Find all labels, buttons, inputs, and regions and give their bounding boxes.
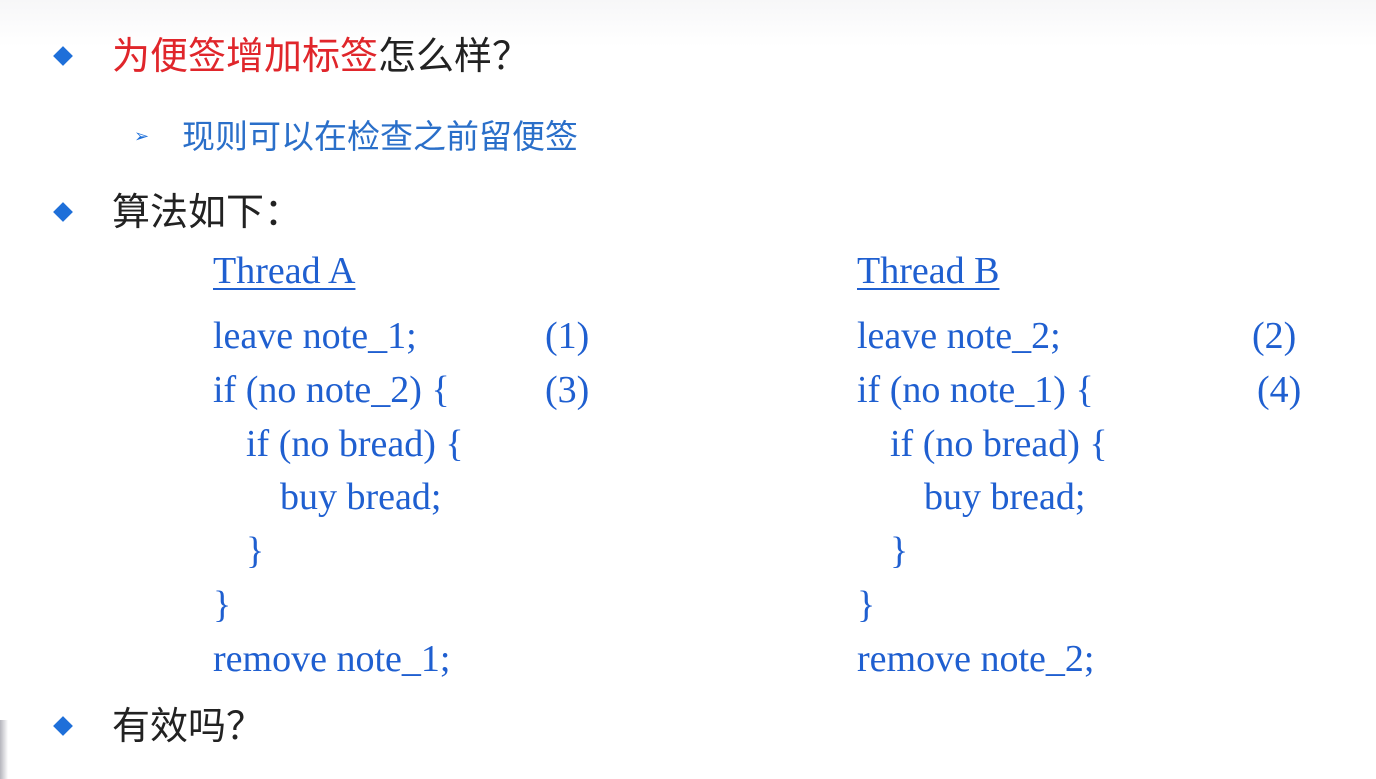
bullet-heading-2: 算法如下： <box>112 190 303 234</box>
heading-rest: 怎么样？ <box>378 34 531 78</box>
thread-b-line: if (no bread) { <box>890 423 1108 465</box>
thread-b-marker: (4) <box>1257 369 1302 411</box>
slide-edge-shadow <box>0 720 8 779</box>
thread-b-line: buy bread; <box>924 476 1086 518</box>
thread-a-line: if (no note_2) { <box>213 369 450 411</box>
thread-b-line: leave note_2; <box>857 315 1061 357</box>
thread-a-line: buy bread; <box>280 476 442 518</box>
thread-b-line: remove note_2; <box>857 638 1095 680</box>
thread-a-line: remove note_1; <box>213 638 451 680</box>
thread-a-title: Thread A <box>213 250 356 292</box>
thread-b-marker: (2) <box>1252 315 1297 357</box>
heading-highlight: 为便签增加标签 <box>112 34 379 78</box>
thread-a-marker: (1) <box>545 315 590 357</box>
thread-a-marker: (3) <box>545 369 590 411</box>
sub-bullet-arrow-icon: ➢ <box>134 126 150 147</box>
bullet-diamond-icon <box>53 46 73 66</box>
thread-b-line: } <box>890 530 909 572</box>
thread-a-line: } <box>246 530 265 572</box>
sub-bullet-text: 现则可以在检查之前留便签 <box>182 117 578 156</box>
slide: 为便签增加标签怎么样？ ➢ 现则可以在检查之前留便签 算法如下： Thread … <box>0 0 1376 779</box>
thread-b-title: Thread B <box>857 250 1000 292</box>
thread-a-line: if (no bread) { <box>246 423 464 465</box>
bullet-heading-3: 有效吗？ <box>112 704 265 748</box>
thread-b-line: if (no note_1) { <box>857 369 1094 411</box>
thread-b-line: } <box>857 584 876 626</box>
bullet-diamond-icon <box>53 716 73 736</box>
thread-a-line: leave note_1; <box>213 315 417 357</box>
thread-a-line: } <box>213 584 232 626</box>
bullet-diamond-icon <box>53 202 73 222</box>
bullet-heading-1: 为便签增加标签怎么样？ <box>112 37 530 75</box>
